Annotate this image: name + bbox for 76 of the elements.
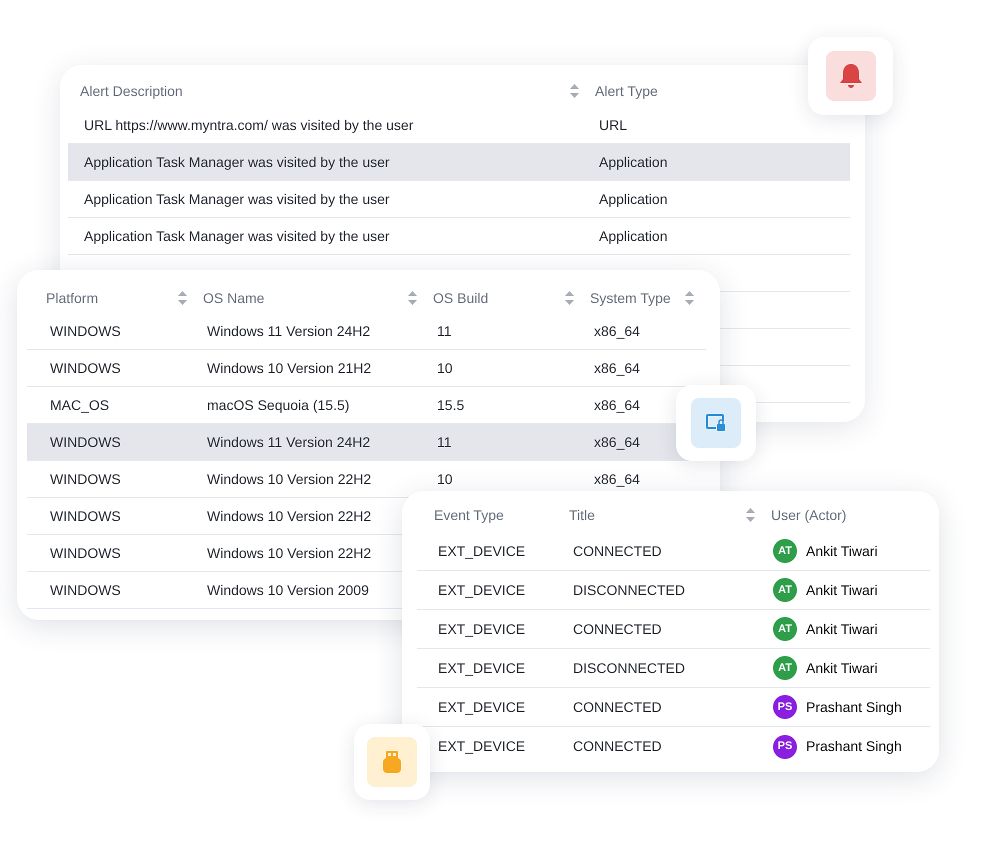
- table-cell: URL: [599, 116, 628, 132]
- table-cell: EXT_DEVICE: [438, 738, 526, 754]
- table-cell: 11: [437, 322, 452, 338]
- table-cell: WINDOWS: [50, 470, 121, 486]
- sort-icon[interactable]: [178, 291, 187, 305]
- table-cell: Windows 11 Version 24H2: [207, 322, 370, 338]
- column-header[interactable]: Alert Description: [80, 80, 183, 102]
- sort-icon[interactable]: [565, 291, 574, 305]
- table-cell: EXT_DEVICE: [438, 698, 526, 714]
- table-cell: Application: [599, 154, 668, 170]
- table-cell: x86_64: [594, 396, 640, 412]
- table-cell: WINDOWS: [50, 582, 121, 598]
- column-header[interactable]: Alert Type: [595, 80, 658, 102]
- avatar: AT: [773, 617, 797, 641]
- table-cell: WINDOWS: [50, 544, 121, 560]
- bell-icon: [838, 62, 864, 90]
- column-header[interactable]: OS Build: [433, 288, 488, 308]
- usb-drive-icon: [382, 750, 402, 774]
- avatar: AT: [773, 539, 797, 563]
- column-header[interactable]: Platform: [46, 288, 98, 308]
- table-cell: MAC_OS: [50, 396, 110, 412]
- avatar: AT: [773, 578, 797, 602]
- table-cell: DISCONNECTED: [573, 582, 686, 598]
- user-name: Ankit Tiwari: [806, 658, 878, 678]
- monitor-lock-icon: [705, 413, 727, 433]
- table-cell: EXT_DEVICE: [438, 620, 526, 636]
- table-cell: DISCONNECTED: [573, 660, 686, 676]
- table-cell: CONNECTED: [573, 542, 662, 558]
- table-cell: EXT_DEVICE: [438, 542, 526, 558]
- avatar: AT: [773, 656, 797, 680]
- user-name: Ankit Tiwari: [806, 580, 878, 600]
- table-cell: Windows 10 Version 22H2: [207, 544, 372, 560]
- table-cell: x86_64: [594, 434, 640, 450]
- table-cell: CONNECTED: [573, 698, 662, 714]
- column-header[interactable]: System Type: [590, 288, 671, 308]
- table-cell: Windows 10 Version 22H2: [207, 470, 372, 486]
- sort-icon[interactable]: [685, 291, 694, 305]
- table-cell: x86_64: [594, 470, 640, 486]
- table-cell: x86_64: [594, 322, 640, 338]
- table-cell: URL https://www.myntra.com/ was visited by the user: [84, 116, 414, 132]
- table-cell: EXT_DEVICE: [438, 582, 526, 598]
- table-cell: CONNECTED: [573, 738, 662, 754]
- user-name: Ankit Tiwari: [806, 542, 878, 560]
- column-header[interactable]: Title: [569, 504, 595, 526]
- table-cell: WINDOWS: [50, 508, 121, 524]
- table-cell: WINDOWS: [50, 434, 121, 450]
- column-header[interactable]: User (Actor): [771, 504, 846, 526]
- table-cell: WINDOWS: [50, 360, 121, 376]
- table-cell: Application: [599, 228, 668, 244]
- column-header[interactable]: OS Name: [203, 288, 264, 308]
- user-name: Ankit Tiwari: [806, 620, 878, 638]
- table-cell: 11: [437, 434, 452, 450]
- table-cell: Windows 10 Version 22H2: [207, 508, 372, 524]
- table-cell: 10: [437, 470, 453, 486]
- column-header[interactable]: Event Type: [434, 504, 504, 526]
- table-cell: 15.5: [437, 396, 464, 412]
- table-cell: Application Task Manager was visited by the user: [84, 228, 390, 244]
- sort-icon[interactable]: [408, 291, 417, 305]
- table-cell: Windows 10 Version 21H2: [207, 360, 372, 376]
- table-cell: Application Task Manager was visited by the user: [84, 154, 390, 170]
- table-cell: WINDOWS: [50, 322, 121, 338]
- table-cell: EXT_DEVICE: [438, 660, 526, 676]
- table-cell: 10: [437, 360, 453, 376]
- table-cell: x86_64: [594, 360, 640, 376]
- table-cell: Windows 11 Version 24H2: [207, 434, 370, 450]
- sort-icon[interactable]: [570, 84, 579, 98]
- sort-icon[interactable]: [746, 508, 755, 522]
- table-cell: Application: [599, 190, 668, 206]
- table-cell: Application Task Manager was visited by the user: [84, 190, 390, 206]
- table-cell: macOS Sequoia (15.5): [207, 396, 350, 412]
- table-cell: CONNECTED: [573, 620, 662, 636]
- table-cell: Windows 10 Version 2009: [207, 582, 369, 598]
- user-name: Prashant Singh: [806, 698, 902, 717]
- user-name: Prashant Singh: [806, 737, 902, 756]
- avatar: PS: [773, 695, 797, 719]
- avatar: PS: [773, 734, 797, 758]
